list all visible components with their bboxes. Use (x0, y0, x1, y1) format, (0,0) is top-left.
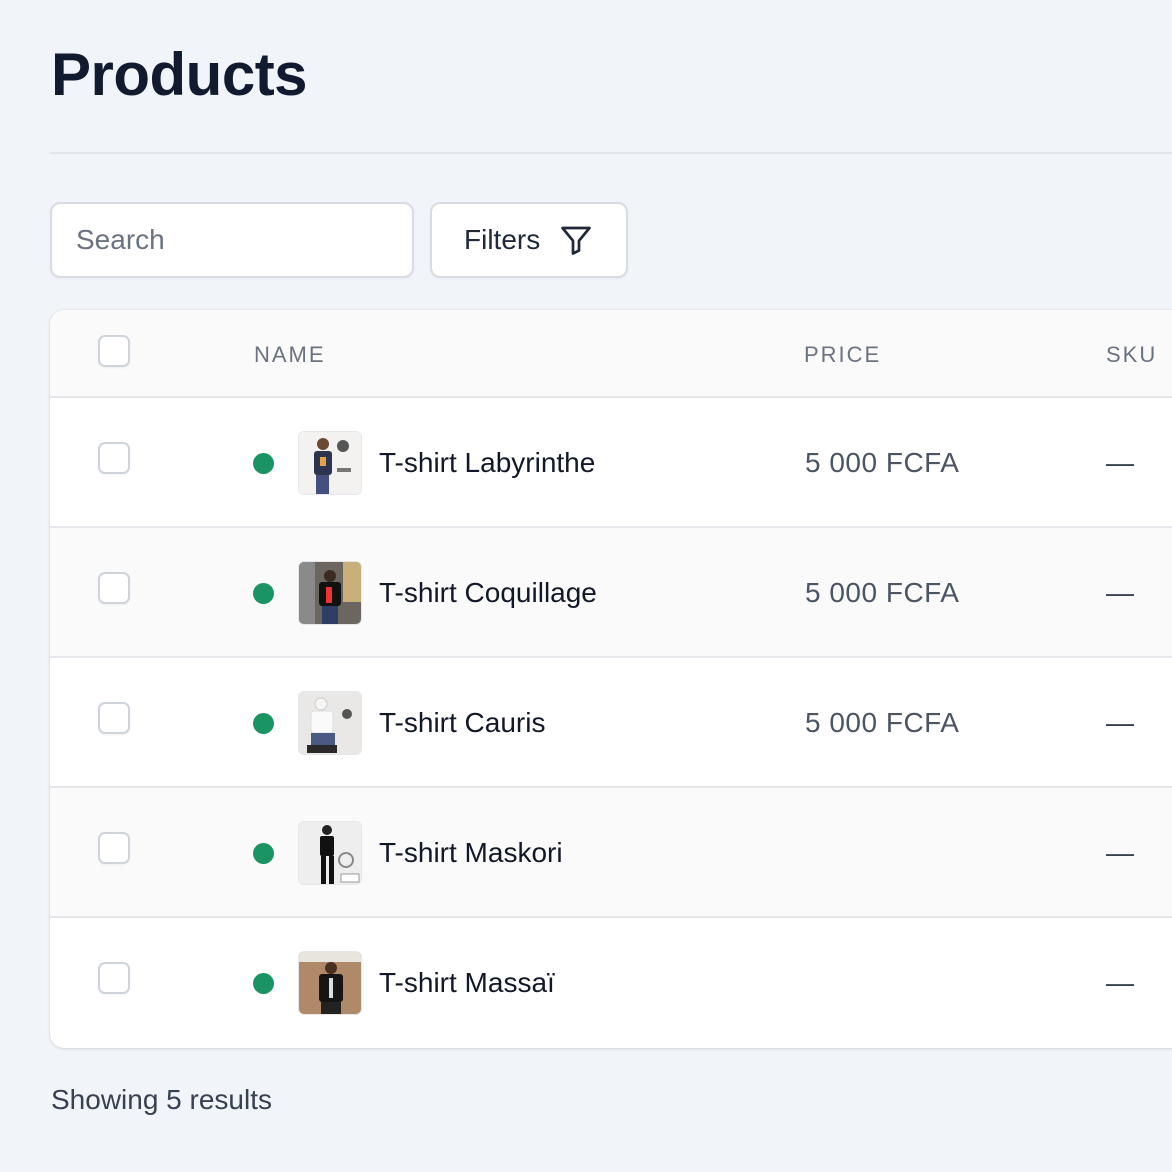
header-divider (50, 152, 1172, 154)
row-checkbox[interactable] (98, 832, 130, 864)
row-checkbox[interactable] (98, 442, 130, 474)
row-checkbox[interactable] (98, 962, 130, 994)
product-sku: — (1106, 967, 1134, 998)
product-name[interactable]: T-shirt Coquillage (379, 577, 597, 609)
results-count: Showing 5 results (51, 1084, 273, 1115)
status-dot (253, 453, 274, 474)
product-thumbnail (298, 691, 362, 755)
filters-label: Filters (464, 224, 541, 255)
funnel-icon (561, 226, 592, 255)
product-name[interactable]: T-shirt Maskori (379, 837, 563, 869)
product-sku: — (1106, 707, 1134, 738)
product-price: 5 000 FCFA (805, 577, 960, 608)
status-dot (253, 843, 274, 864)
product-name[interactable]: T-shirt Labyrinthe (379, 447, 595, 479)
table-row[interactable]: T-shirt Coquillage 5 000 FCFA — (50, 528, 1172, 658)
product-sku: — (1106, 447, 1134, 478)
filters-button[interactable]: Filters (430, 202, 628, 278)
status-dot (253, 583, 274, 604)
search-input[interactable] (50, 202, 414, 278)
table-header: NAME PRICE SKU (50, 310, 1172, 398)
product-thumbnail (298, 821, 362, 885)
product-name[interactable]: T-shirt Cauris (379, 707, 545, 739)
table-row[interactable]: T-shirt Massaï — (50, 918, 1172, 1048)
table-row[interactable]: T-shirt Cauris 5 000 FCFA — (50, 658, 1172, 788)
status-dot (253, 973, 274, 994)
row-checkbox[interactable] (98, 702, 130, 734)
status-dot (253, 713, 274, 734)
column-header-price[interactable]: PRICE (804, 342, 881, 368)
product-price: 5 000 FCFA (805, 707, 960, 738)
table-row[interactable]: T-shirt Labyrinthe 5 000 FCFA — (50, 398, 1172, 528)
select-all-checkbox[interactable] (98, 335, 130, 367)
products-table: NAME PRICE SKU T-shirt Labyrinthe 5 000 … (50, 310, 1172, 1048)
row-checkbox[interactable] (98, 572, 130, 604)
column-header-name[interactable]: NAME (254, 342, 326, 368)
column-header-sku[interactable]: SKU (1106, 342, 1157, 368)
product-sku: — (1106, 837, 1134, 868)
page-title: Products (51, 41, 308, 108)
product-sku: — (1106, 577, 1134, 608)
products-page: Products Filters NAME PRICE SKU (0, 0, 1172, 1172)
product-name[interactable]: T-shirt Massaï (379, 967, 555, 999)
product-thumbnail (298, 561, 362, 625)
table-row[interactable]: T-shirt Maskori — (50, 788, 1172, 918)
product-price: 5 000 FCFA (805, 447, 960, 478)
product-thumbnail (298, 951, 362, 1015)
product-thumbnail (298, 431, 362, 495)
